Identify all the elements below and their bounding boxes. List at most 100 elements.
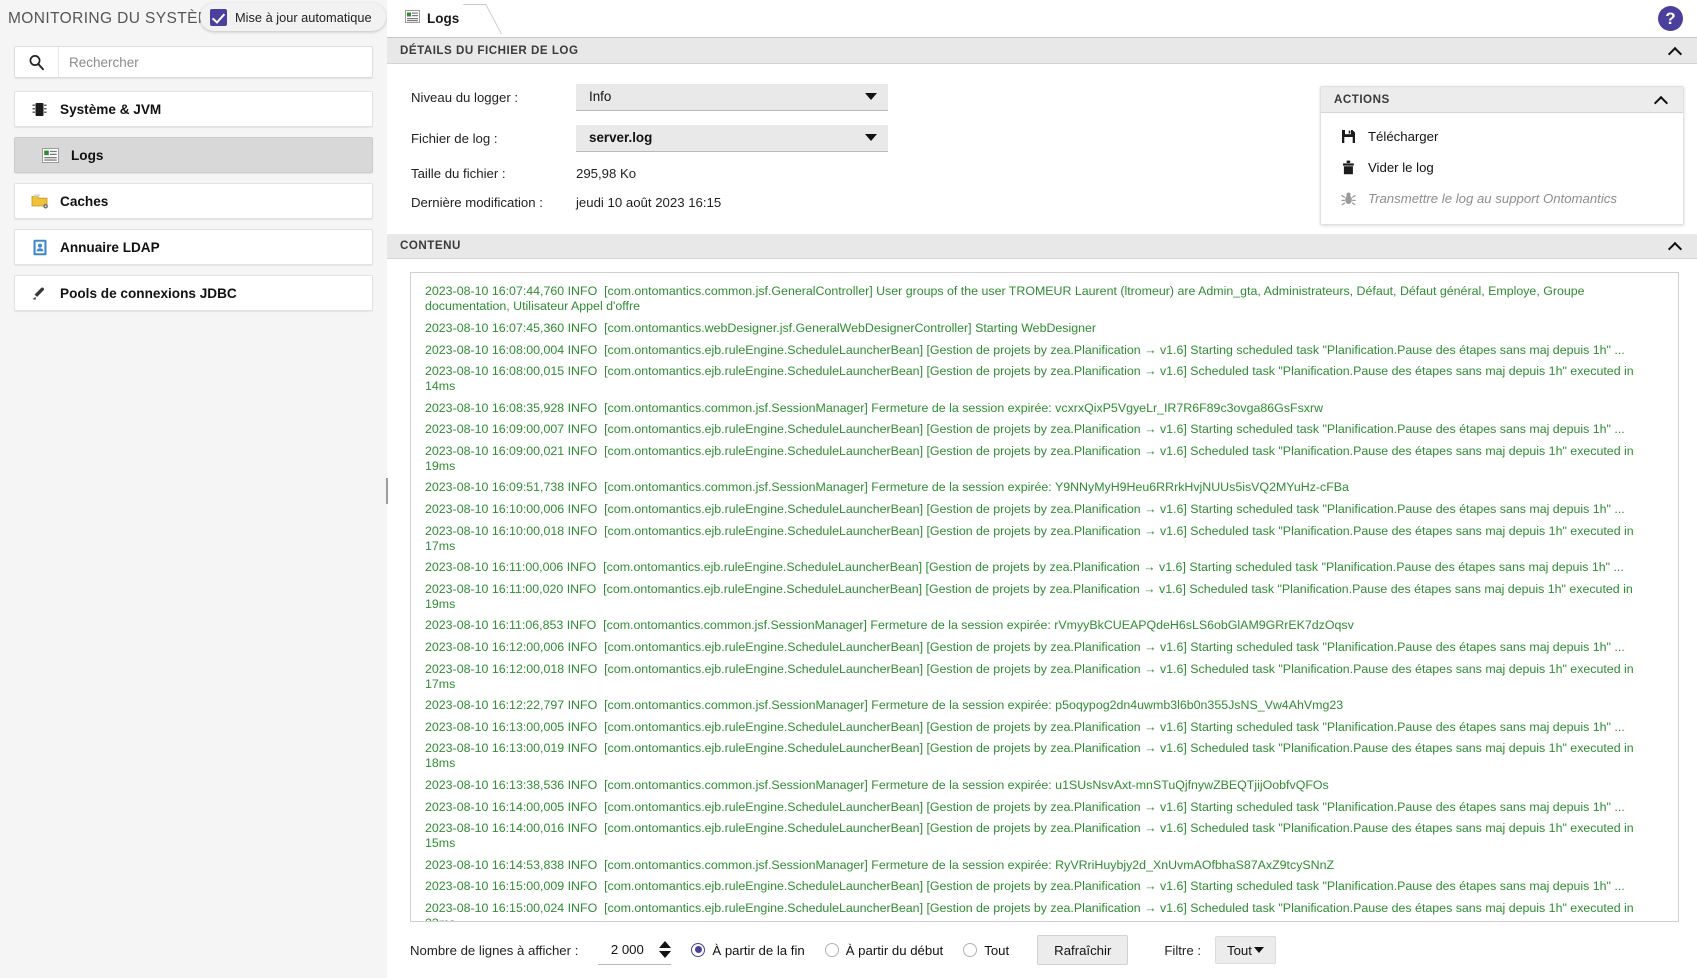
log-file-select[interactable]: server.log <box>576 124 888 152</box>
log-line: 2023-08-10 16:10:00,006 INFO [com.ontoma… <box>425 502 1625 517</box>
log-line: 2023-08-10 16:12:00,018 INFO [com.ontoma… <box>425 661 1638 691</box>
top-strip: MONITORING DU SYSTÈME Mise à jour automa… <box>0 0 1697 38</box>
field-label: Dernière modification : <box>411 194 543 210</box>
sidebar: Système & JVM Logs <box>0 38 387 978</box>
clear-log-action[interactable]: Vider le log <box>1321 152 1683 183</box>
field-label: Niveau du logger : <box>411 89 519 105</box>
log-line: 2023-08-10 16:08:00,015 INFO [com.ontoma… <box>425 364 1638 394</box>
log-line: 2023-08-10 16:14:00,016 INFO [com.ontoma… <box>425 821 1638 851</box>
sidebar-splitter-handle[interactable] <box>382 38 392 978</box>
log-line: 2023-08-10 16:13:00,005 INFO [com.ontoma… <box>425 719 1625 734</box>
sidebar-item-logs[interactable]: Logs <box>14 137 373 173</box>
search-input[interactable] <box>59 47 372 77</box>
log-line: 2023-08-10 16:09:00,021 INFO [com.ontoma… <box>425 443 1638 473</box>
actions-panel: ACTIONS Télécharger Vider le log Transme… <box>1320 85 1684 225</box>
logger-level-select[interactable]: Info <box>576 83 888 111</box>
sidebar-item-pools-jdbc[interactable]: Pools de connexions JDBC <box>14 275 373 311</box>
breadcrumb-item-logs[interactable]: Logs <box>397 0 471 37</box>
app-title-bar: MONITORING DU SYSTÈME Mise à jour automa… <box>0 0 387 38</box>
sidebar-item-label: Système & JVM <box>60 101 162 117</box>
log-line: 2023-08-10 16:12:22,797 INFO [com.ontoma… <box>425 698 1344 713</box>
lines-count-label: Nombre de lignes à afficher : <box>410 942 579 958</box>
log-line: 2023-08-10 16:12:00,006 INFO [com.ontoma… <box>425 640 1625 655</box>
details-panel-title: DÉTAILS DU FICHIER DE LOG <box>400 43 579 57</box>
log-line: 2023-08-10 16:15:00,024 INFO [com.ontoma… <box>425 900 1634 921</box>
breadcrumb-bar: Logs ? <box>387 0 1697 38</box>
filter-value: Tout <box>1226 942 1252 958</box>
chevron-up-icon[interactable] <box>1669 46 1682 55</box>
log-file-icon <box>41 146 60 165</box>
radio-from-start-label: À partir du début <box>845 942 944 958</box>
logger-level-value: Info <box>589 89 612 105</box>
search-icon <box>15 47 59 77</box>
search-box[interactable] <box>14 46 373 78</box>
folder-cache-icon <box>30 192 49 211</box>
log-line: 2023-08-10 16:14:00,005 INFO [com.ontoma… <box>425 799 1625 814</box>
log-file-icon <box>405 9 420 28</box>
log-line: 2023-08-10 16:15:00,009 INFO [com.ontoma… <box>425 879 1625 894</box>
log-line: 2023-08-10 16:09:51,738 INFO [com.ontoma… <box>425 480 1349 495</box>
details-panel-header: DÉTAILS DU FICHIER DE LOG <box>387 38 1697 64</box>
refresh-button[interactable]: Rafraîchir <box>1037 935 1129 965</box>
field-label: Taille du fichier : <box>411 165 506 181</box>
chevron-down-icon <box>1253 947 1264 953</box>
radio-all[interactable]: Tout <box>963 943 1009 958</box>
radio-all-button[interactable] <box>963 943 978 957</box>
chevron-up-icon[interactable] <box>1669 241 1682 250</box>
radio-from-start-button[interactable] <box>824 943 839 957</box>
log-line: 2023-08-10 16:07:45,360 INFO [com.ontoma… <box>425 320 1097 335</box>
radio-from-end[interactable]: À partir de la fin <box>691 943 805 958</box>
sidebar-item-systeme-jvm[interactable]: Système & JVM <box>14 91 373 127</box>
lines-count-input[interactable] <box>598 935 657 965</box>
send-to-support-action-label: Transmettre le log au support Ontomantic… <box>1368 190 1617 206</box>
breadcrumb-separator-icon <box>471 0 491 37</box>
log-line: 2023-08-10 16:08:00,004 INFO [com.ontoma… <box>425 342 1625 357</box>
log-line: 2023-08-10 16:08:35,928 INFO [com.ontoma… <box>425 400 1324 415</box>
breadcrumb: Logs <box>397 0 491 37</box>
download-action-label: Télécharger <box>1368 128 1439 144</box>
send-to-support-action: Transmettre le log au support Ontomantic… <box>1321 183 1683 214</box>
breadcrumb-item-label: Logs <box>427 11 460 26</box>
radio-from-start[interactable]: À partir du début <box>824 942 944 958</box>
last-modified-value: jeudi 10 août 2023 16:15 <box>576 194 722 210</box>
log-line: 2023-08-10 16:11:00,020 INFO [com.ontoma… <box>425 581 1637 611</box>
auto-refresh-checkbox[interactable] <box>210 8 227 26</box>
stepper-down-icon[interactable] <box>659 951 672 958</box>
radio-from-end-button[interactable] <box>691 943 706 957</box>
log-line: 2023-08-10 16:11:06,853 INFO [com.ontoma… <box>425 618 1354 633</box>
radio-all-label: Tout <box>984 942 1010 958</box>
auto-refresh-label: Mise à jour automatique <box>235 9 372 25</box>
filter-dropdown[interactable]: Tout <box>1214 936 1276 964</box>
chevron-up-icon[interactable] <box>1655 95 1668 104</box>
log-line: 2023-08-10 16:11:00,006 INFO [com.ontoma… <box>425 560 1624 575</box>
field-label: Fichier de log : <box>411 130 498 146</box>
address-book-icon <box>30 238 49 257</box>
details-panel-body: Niveau du logger : Info Fichier de log :… <box>387 64 1697 234</box>
content-panel-header: CONTENU <box>387 233 1697 260</box>
lines-count-stepper[interactable] <box>598 935 672 965</box>
trash-bin-icon <box>1340 160 1357 175</box>
log-line: 2023-08-10 16:09:00,007 INFO [com.ontoma… <box>425 422 1625 437</box>
bug-icon <box>1340 191 1357 206</box>
sidebar-item-label: Pools de connexions JDBC <box>60 285 237 301</box>
log-line: 2023-08-10 16:13:00,019 INFO [com.ontoma… <box>425 741 1638 771</box>
log-toolbar: Nombre de lignes à afficher : À partir d… <box>387 922 1697 978</box>
stepper-buttons[interactable] <box>656 936 672 965</box>
auto-refresh-toggle[interactable]: Mise à jour automatique <box>200 3 386 31</box>
chevron-down-icon <box>865 93 877 101</box>
stepper-up-icon[interactable] <box>659 941 672 948</box>
log-content-area[interactable]: 2023-08-10 16:07:44,760 INFO [com.ontoma… <box>410 272 1679 922</box>
sidebar-item-label: Annuaire LDAP <box>60 239 160 255</box>
sidebar-item-annuaire-ldap[interactable]: Annuaire LDAP <box>14 229 373 265</box>
filter-label: Filtre : <box>1164 942 1201 958</box>
page-title: MONITORING DU SYSTÈME <box>8 10 222 27</box>
help-icon[interactable]: ? <box>1658 6 1683 31</box>
chevron-down-icon <box>865 134 877 142</box>
log-file-value: server.log <box>589 130 653 146</box>
sidebar-item-caches[interactable]: Caches <box>14 183 373 219</box>
help-glyph: ? <box>1665 8 1676 28</box>
content-panel: CONTENU 2023-08-10 16:07:44,760 INFO [co… <box>387 233 1697 978</box>
content-area: DÉTAILS DU FICHIER DE LOG Niveau du logg… <box>386 38 1697 978</box>
download-action[interactable]: Télécharger <box>1321 121 1683 152</box>
log-line: 2023-08-10 16:07:44,760 INFO [com.ontoma… <box>425 284 1588 314</box>
